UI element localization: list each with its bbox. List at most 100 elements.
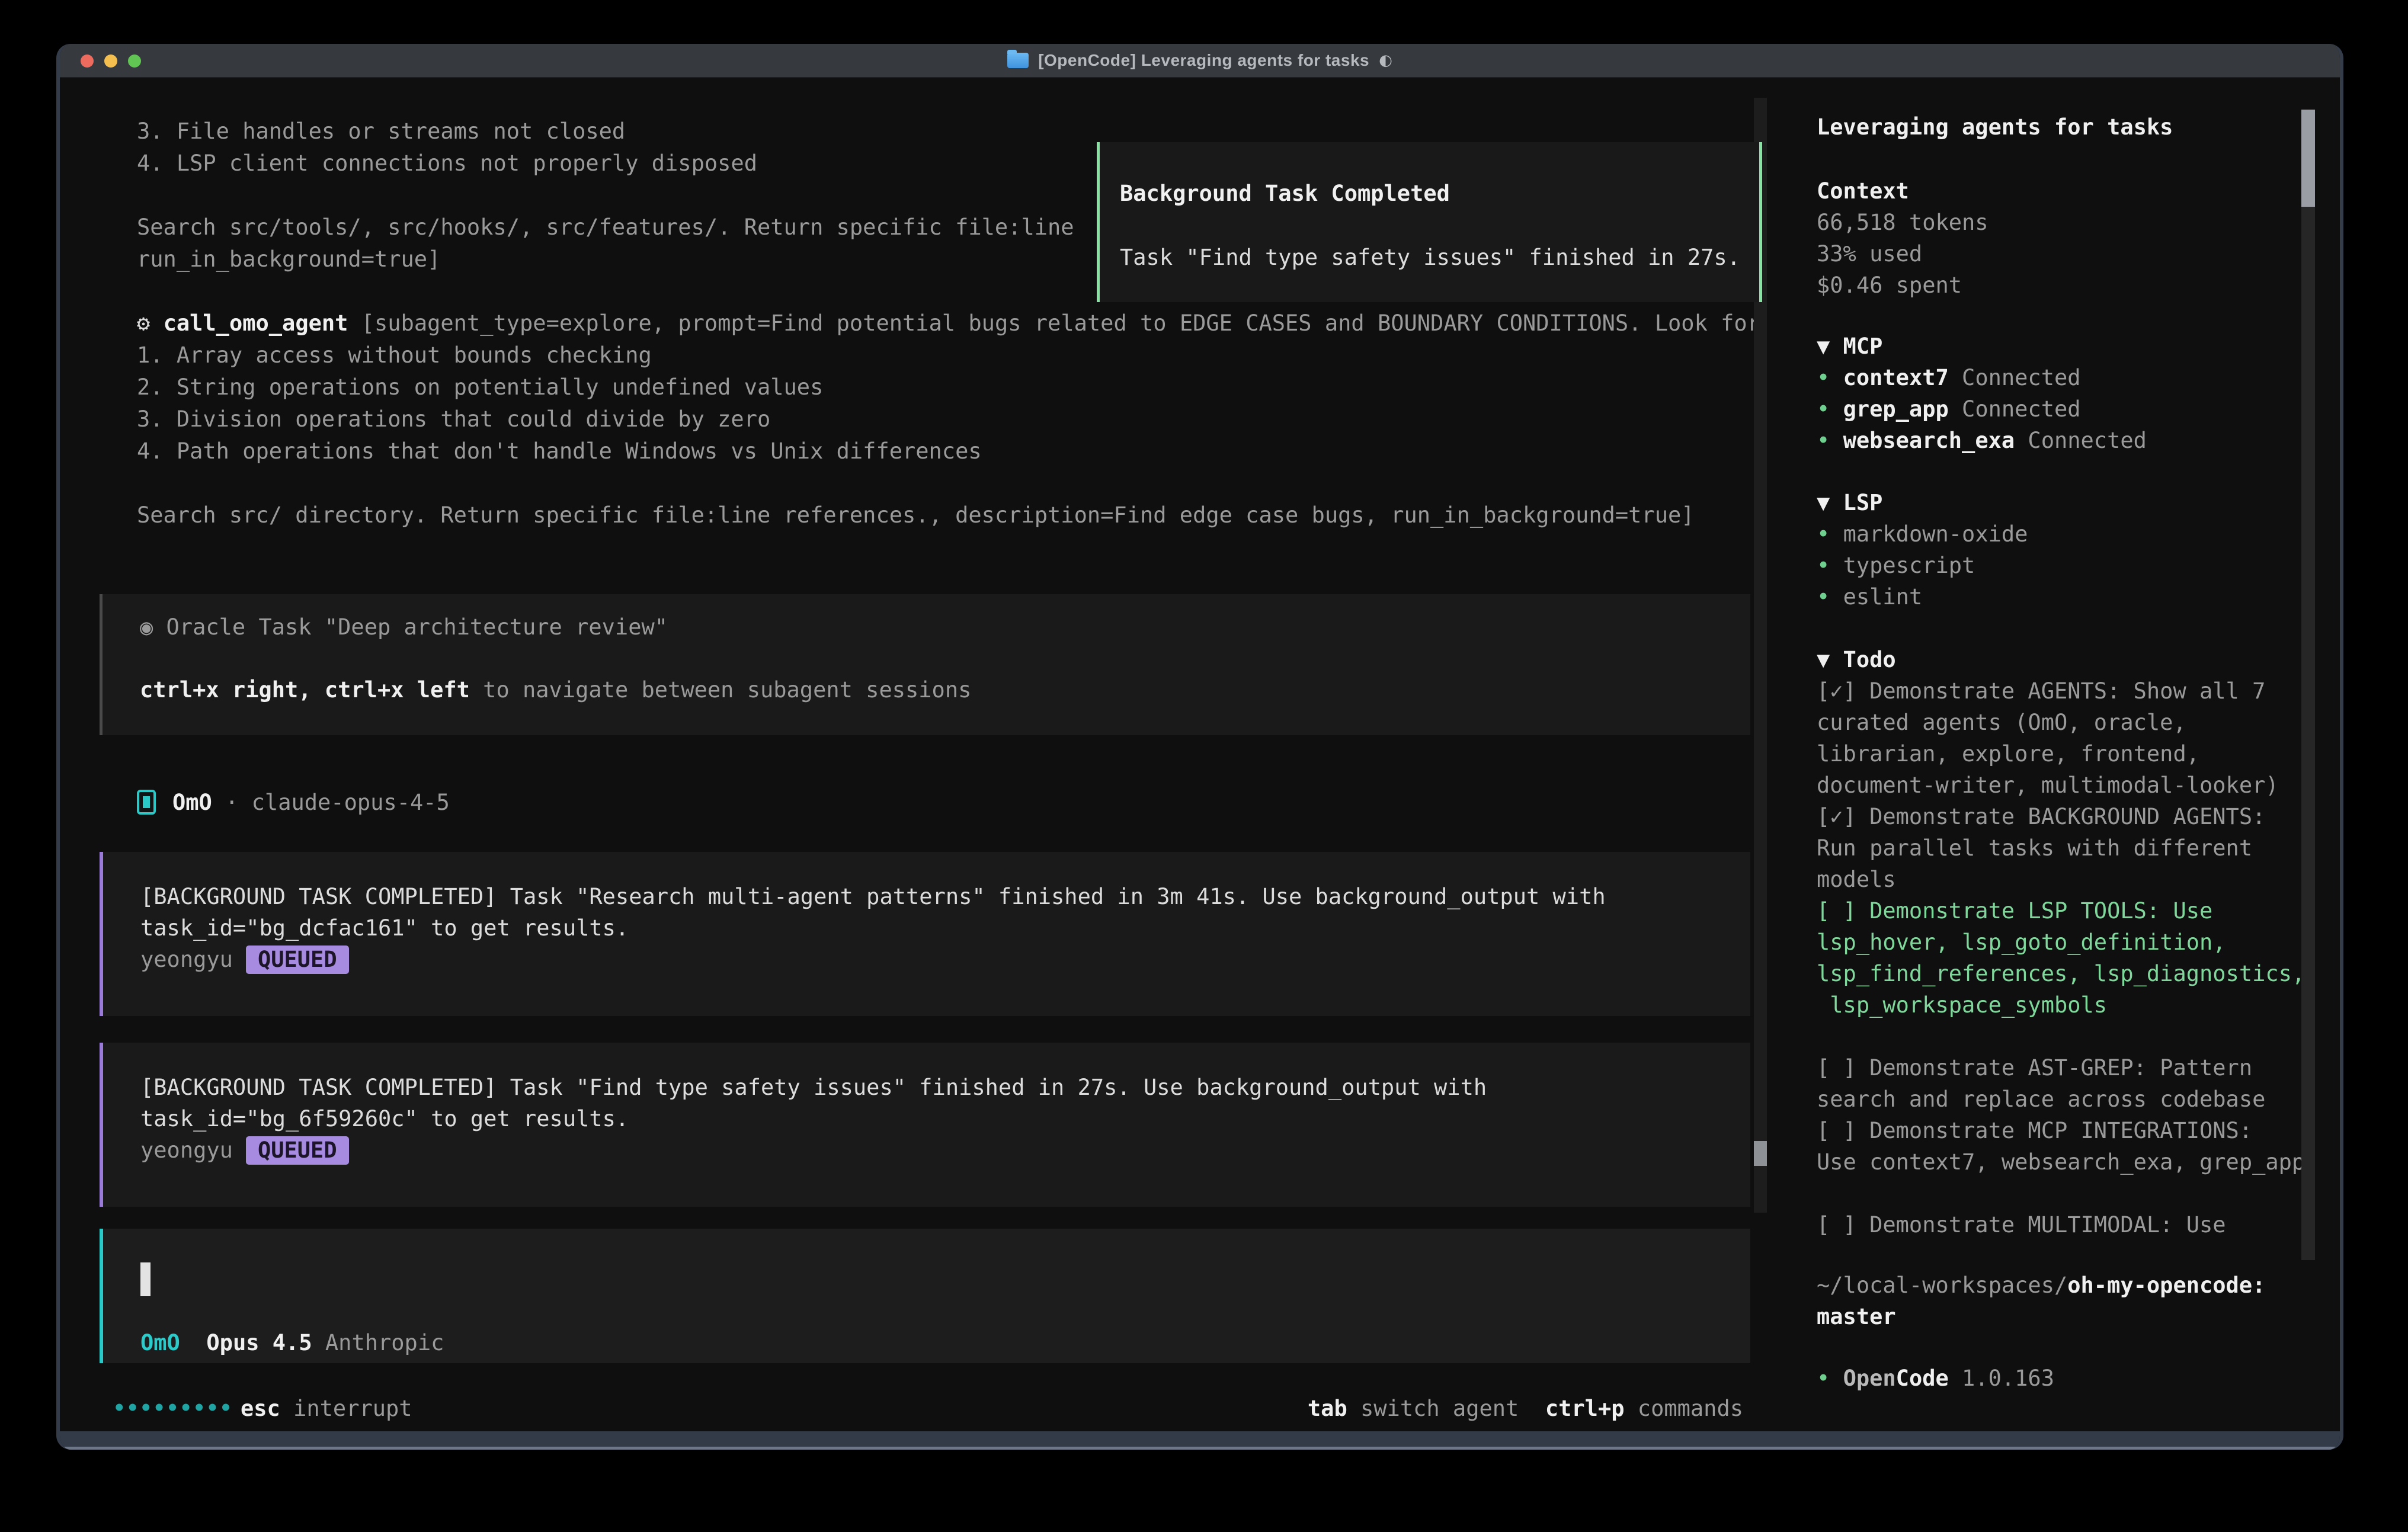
oracle-task-box[interactable]: ◉ Oracle Task "Deep architecture review"… (100, 594, 1750, 735)
text-segment: [ ] Demonstrate MULTIMODAL: Use (1817, 1212, 2226, 1238)
text-segment: • (1817, 1366, 1843, 1391)
text-line: • context7 Connected (1817, 362, 2308, 393)
minimize-button[interactable] (104, 55, 117, 68)
text-segment: ◉ Oracle Task "Deep architecture review" (140, 614, 668, 640)
text-segment: [BACKGROUND TASK COMPLETED] Task "Find t… (140, 1075, 1487, 1100)
message-lines: [BACKGROUND TASK COMPLETED] Task "Find t… (140, 1072, 1487, 1166)
text-segment: Opus 4.5 (206, 1330, 312, 1355)
text-segment: 3. Division operations that could divide… (137, 406, 770, 432)
text-segment: grep_app (1843, 396, 1949, 422)
notification-title: Background Task Completed (1120, 178, 1450, 209)
text-line: ~/local-workspaces/oh-my-opencode: (1817, 1270, 2308, 1301)
text-segment: task_id="bg_dcfac161" to get results. (140, 915, 629, 941)
text-segment: ⚙ (137, 310, 164, 336)
text-line: models (1817, 864, 2308, 895)
text-segment: lsp_workspace_symbols (1817, 992, 2107, 1018)
text-line: lsp_workspace_symbols (1817, 989, 2308, 1021)
zoom-button[interactable] (128, 55, 141, 68)
text-segment: [ ] Demonstrate LSP TOOLS: Use (1817, 898, 2212, 924)
sidebar-mcp-section[interactable]: ▼ MCP• context7 Connected• grep_app Conn… (1817, 331, 2308, 456)
text-segment: Anthropic (325, 1330, 444, 1355)
text-segment: ctrl+x right, ctrl+x left (140, 677, 470, 703)
background-task-notification: Background Task Completed Task "Find typ… (1097, 142, 1762, 302)
sidebar-todo-section[interactable]: ▼ Todo [✓] Demonstrate AGENTS: Show all 7… (1817, 644, 2308, 1241)
sidebar-scrollbar-track[interactable] (2301, 110, 2315, 1260)
text-segment: call_omo_agent (164, 310, 348, 336)
text-line: [✓] Demonstrate BACKGROUND AGENTS: (1817, 801, 2308, 832)
text-line: [✓] Demonstrate AGENTS: Show all 7 (1817, 675, 2308, 707)
text-line: [BACKGROUND TASK COMPLETED] Task "Resear… (140, 881, 1606, 912)
text-line: ⚙ call_omo_agent [subagent_type=explore,… (137, 307, 1760, 339)
text-segment: ▼ MCP (1817, 334, 1882, 359)
text-line: [ ] Demonstrate MCP INTEGRATIONS: (1817, 1115, 2308, 1146)
spinner-dots-icon: ••••••••• (113, 1393, 233, 1424)
background-task-message-1: [BACKGROUND TASK COMPLETED] Task "Resear… (100, 852, 1750, 1016)
app-window: [OpenCode] Leveraging agents for tasks ◐… (56, 44, 2343, 1450)
text-line: Search src/ directory. Return specific f… (137, 499, 1760, 531)
window-bottom-frame (56, 1431, 2343, 1450)
text-segment: lsp_find_references, lsp_diagnostics, (1817, 961, 2305, 986)
close-button[interactable] (81, 55, 94, 68)
main-scrollbar-thumb[interactable] (1754, 1141, 1767, 1166)
text-line: 66,518 tokens (1817, 207, 2308, 238)
text-line: ▼ LSP (1817, 487, 2308, 518)
text-line: Context (1817, 175, 2308, 207)
text-segment: ▼ Todo (1817, 647, 1896, 672)
text-segment: 66,518 tokens (1817, 210, 1988, 235)
text-segment: Code (1896, 1366, 1949, 1391)
text-line: Run parallel tasks with different (1817, 832, 2308, 864)
text-segment: [✓] Demonstrate BACKGROUND AGENTS: (1817, 804, 2265, 829)
text-line: • websearch_exa Connected (1817, 425, 2308, 456)
text-line (137, 467, 1760, 499)
text-segment: Use context7, websearch_exa, grep_app (1817, 1149, 2305, 1175)
text-segment: [ ] Demonstrate AST-GREP: Pattern (1817, 1055, 2252, 1081)
text-segment: 4. LSP client connections not properly d… (137, 150, 757, 176)
text-segment: claude-opus-4-5 (252, 790, 450, 815)
text-line: • markdown-oxide (1817, 518, 2308, 550)
notification-body: Task "Find type safety issues" finished … (1120, 242, 1740, 273)
prompt-input[interactable]: OmO Opus 4.5 Anthropic (100, 1229, 1750, 1363)
agent-session-header[interactable]: OmO · claude-opus-4-5 (137, 788, 450, 816)
text-line: $0.46 spent (1817, 270, 2308, 301)
status-badge: QUEUED (246, 1136, 349, 1165)
sidebar-workspace-path: ~/local-workspaces/oh-my-opencode:master (1817, 1270, 2308, 1332)
sidebar-version: • OpenCode 1.0.163 (1817, 1363, 2308, 1394)
text-segment: Context (1817, 178, 1909, 204)
oracle-task-lines: ◉ Oracle Task "Deep architecture review"… (140, 611, 971, 706)
input-model-info: OmO Opus 4.5 Anthropic (140, 1327, 444, 1358)
text-segment: oh-my-opencode: (2067, 1273, 2265, 1298)
text-segment: lsp_hover, lsp_goto_definition, (1817, 930, 2226, 955)
text-segment: yeongyu (140, 947, 233, 972)
text-segment: [subagent_type=explore, prompt=Find pote… (348, 310, 1760, 336)
folder-icon (1007, 53, 1029, 68)
text-line: search and replace across codebase (1817, 1084, 2308, 1115)
text-segment (180, 1330, 207, 1355)
text-segment: OmO (140, 1330, 180, 1355)
text-segment: tab (1308, 1396, 1347, 1421)
half-circle-progress-icon: ◐ (1379, 52, 1392, 69)
text-segment (312, 1330, 325, 1355)
text-line: lsp_find_references, lsp_diagnostics, (1817, 958, 2308, 989)
text-line: • typescript (1817, 550, 2308, 581)
text-segment: [✓] Demonstrate AGENTS: Show all 7 (1817, 678, 2265, 704)
text-segment: 2. String operations on potentially unde… (137, 374, 823, 400)
text-segment: • (1817, 584, 1843, 610)
text-segment: Search src/tools/, src/hooks/, src/featu… (137, 214, 1074, 240)
traffic-lights (81, 55, 141, 68)
text-segment: • (1817, 396, 1843, 422)
text-segment: $0.46 spent (1817, 273, 1962, 298)
agent-checkbox-icon (137, 790, 156, 815)
text-line: curated agents (OmO, oracle, (1817, 707, 2308, 738)
window-title: [OpenCode] Leveraging agents for tasks (1038, 51, 1369, 70)
text-segment: 3. File handles or streams not closed (137, 118, 625, 144)
text-line: [ ] Demonstrate AST-GREP: Pattern (1817, 1052, 2308, 1084)
text-segment: 1. Array access without bounds checking (137, 342, 652, 368)
text-line: task_id="bg_6f59260c" to get results. (140, 1103, 1487, 1134)
title-bar: [OpenCode] Leveraging agents for tasks ◐ (60, 44, 2340, 78)
text-segment: • (1817, 521, 1843, 547)
text-segment: document-writer, multimodal-looker) (1817, 773, 2279, 798)
sidebar-scrollbar-thumb[interactable] (2301, 110, 2315, 207)
sidebar-lsp-section[interactable]: ▼ LSP• markdown-oxide• typescript• eslin… (1817, 487, 2308, 613)
text-segment: curated agents (OmO, oracle, (1817, 710, 2186, 735)
text-line: • eslint (1817, 581, 2308, 613)
